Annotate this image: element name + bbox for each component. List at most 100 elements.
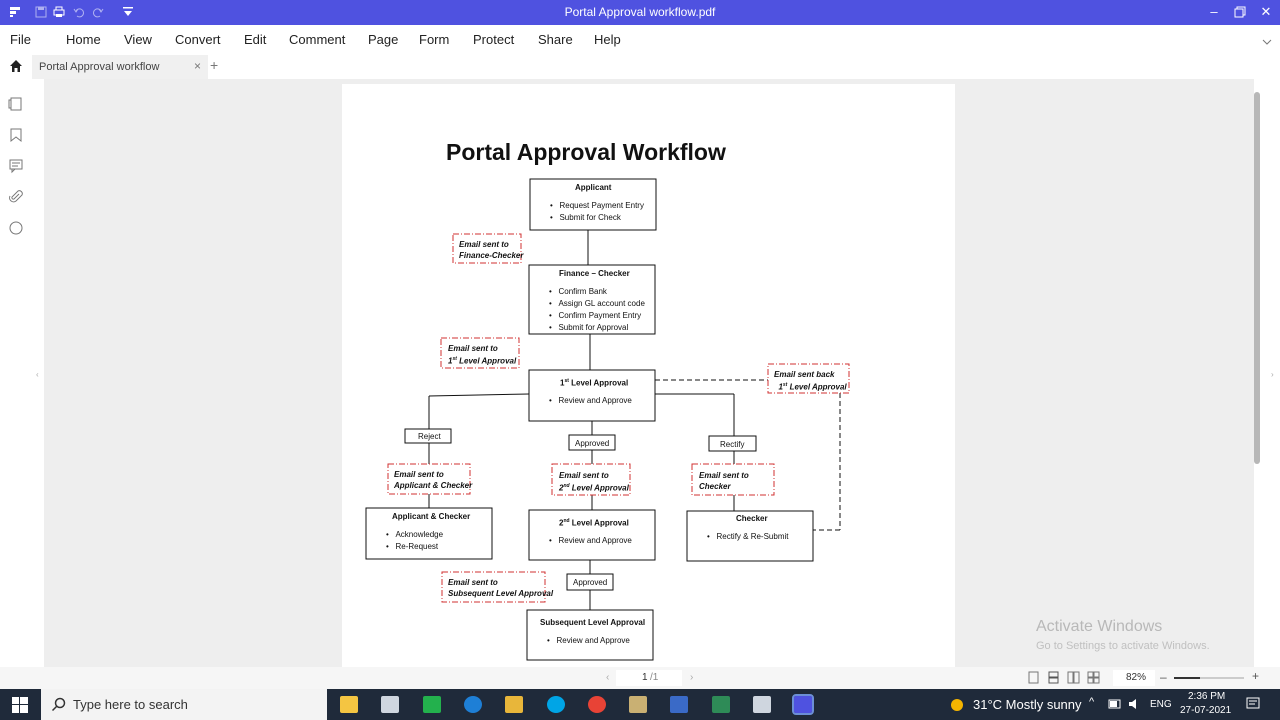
tray-chevron-icon[interactable]: ^ (1089, 696, 1094, 708)
restore-button[interactable] (1232, 4, 1248, 20)
continuous-view-icon[interactable] (1047, 671, 1060, 684)
menu-home[interactable]: Home (66, 32, 101, 47)
volume-icon[interactable] (1128, 698, 1142, 710)
left-sidebar (0, 79, 32, 689)
tablet-app-icon[interactable] (753, 696, 771, 713)
menu-share[interactable]: Share (538, 32, 573, 47)
finance-item-1: • Confirm Bank (549, 287, 607, 296)
subsequent-item-1: • Review and Approve (547, 636, 630, 645)
pdf-page: Portal Approval Workflow Applicant • Req… (342, 84, 955, 684)
finance-item-4: • Submit for Approval (549, 323, 629, 332)
search-panel-icon[interactable] (8, 220, 24, 236)
tab-label: Portal Approval workflow (39, 61, 160, 73)
menu-comment[interactable]: Comment (289, 32, 345, 47)
menu-bar: File Home View Convert Edit Comment Page… (0, 25, 1280, 55)
bookmark-icon[interactable] (8, 127, 24, 143)
chrome-icon[interactable] (588, 696, 606, 713)
workflow-diagram (365, 178, 850, 661)
tab-document[interactable]: Portal Approval workflow × (32, 55, 208, 79)
title-bar: Portal Approval workflow.pdf – ✕ (0, 0, 1280, 25)
clock-date[interactable]: 27-07-2021 (1180, 705, 1231, 716)
zoom-slider-fill (1174, 677, 1200, 679)
minimize-button[interactable]: – (1206, 4, 1222, 20)
teamviewer-icon[interactable] (464, 696, 482, 713)
level1-title: 1st Level Approval (560, 378, 629, 388)
battery-icon[interactable] (1108, 699, 1122, 709)
pdf-editor-taskbar-icon[interactable] (792, 694, 814, 715)
activate-windows-title: Activate Windows (1036, 618, 1163, 635)
email-back-text: Email sent back 1st Level Approval (774, 370, 847, 392)
menu-file[interactable]: File (10, 32, 31, 47)
excel-icon[interactable] (712, 696, 730, 713)
search-placeholder: Type here to search (73, 697, 188, 712)
approved1-label: Approved (575, 439, 610, 448)
attachment-icon[interactable] (8, 189, 24, 205)
reject-label: Reject (418, 432, 441, 441)
page-number-field[interactable]: 1 /1 (616, 670, 682, 686)
menu-protect[interactable]: Protect (473, 32, 514, 47)
search-icon (51, 697, 66, 712)
skype-icon[interactable] (547, 696, 565, 713)
email-checker-text: Email sent to Checker (699, 471, 749, 491)
email-level2-text: Email sent to 2nd Level Approval (559, 471, 629, 493)
status-bar: ‹ 1 /1 › 82% – + (0, 667, 1280, 689)
email-finance-text: Email sent to Finance-Checker (459, 240, 524, 260)
approved2-label: Approved (573, 578, 608, 587)
menu-page[interactable]: Page (368, 32, 398, 47)
collapse-left-arrow-icon[interactable]: ‹ (36, 370, 39, 379)
weather-text[interactable]: 31°C Mostly sunny (973, 697, 1082, 712)
finance-item-3: • Confirm Payment Entry (549, 311, 642, 320)
notes-icon[interactable] (505, 696, 523, 713)
tab-close-icon[interactable]: × (194, 59, 201, 73)
prev-page-icon[interactable]: ‹ (606, 672, 609, 683)
close-window-button[interactable]: ✕ (1258, 4, 1274, 20)
paint-icon[interactable] (629, 696, 647, 713)
checker-title: Checker (736, 514, 768, 523)
activate-windows-subtitle: Go to Settings to activate Windows. (1036, 640, 1210, 652)
window-title: Portal Approval workflow.pdf (564, 5, 716, 19)
appchecker-item-1: • Acknowledge (386, 530, 444, 539)
checker-item-1: • Rectify & Re-Submit (707, 532, 789, 541)
two-page-continuous-icon[interactable] (1087, 671, 1100, 684)
thumbnails-icon[interactable] (8, 96, 24, 112)
new-tab-button[interactable]: + (210, 57, 218, 73)
applicant-title: Applicant (575, 183, 612, 192)
applicant-item-2: • Submit for Check (550, 213, 621, 222)
menu-help[interactable]: Help (594, 32, 621, 47)
file-explorer-icon[interactable] (340, 696, 358, 713)
applicant-item-1: • Request Payment Entry (550, 201, 644, 210)
single-page-view-icon[interactable] (1027, 671, 1040, 684)
weather-sun-icon[interactable] (948, 696, 966, 714)
appchecker-title: Applicant & Checker (392, 512, 471, 521)
finance-item-2: • Assign GL account code (549, 299, 645, 308)
menu-view[interactable]: View (124, 32, 152, 47)
subsequent-title: Subsequent Level Approval (540, 618, 646, 627)
zoom-slider-track[interactable] (1174, 677, 1244, 679)
start-windows-icon[interactable] (12, 697, 28, 713)
sage-icon[interactable] (423, 696, 441, 713)
calculator-icon[interactable] (381, 696, 399, 713)
comments-icon[interactable] (8, 158, 24, 174)
menu-form[interactable]: Form (419, 32, 449, 47)
two-page-view-icon[interactable] (1067, 671, 1080, 684)
appchecker-item-2: • Re-Request (386, 542, 439, 551)
next-page-icon[interactable]: › (690, 672, 693, 683)
vertical-scrollbar[interactable] (1254, 92, 1260, 464)
collapse-right-arrow-icon[interactable]: › (1271, 370, 1274, 379)
clock-time[interactable]: 2:36 PM (1188, 691, 1225, 702)
finance-title: Finance – Checker (559, 269, 630, 278)
zoom-field[interactable]: 82% (1113, 670, 1155, 686)
home-icon[interactable] (8, 58, 24, 74)
menu-edit[interactable]: Edit (244, 32, 266, 47)
zoom-in-button[interactable]: + (1252, 669, 1259, 683)
taskbar-search[interactable]: Type here to search (41, 689, 327, 720)
zoom-out-button[interactable]: – (1160, 670, 1167, 684)
notifications-icon[interactable] (1246, 697, 1260, 711)
language-indicator[interactable]: ENG (1150, 699, 1172, 710)
menu-convert[interactable]: Convert (175, 32, 221, 47)
level1-item-1: • Review and Approve (549, 396, 632, 405)
email-level1-text: Email sent to 1st Level Approval (448, 344, 517, 366)
outlook-icon[interactable] (670, 696, 688, 713)
ribbon-collapse-icon[interactable] (1262, 38, 1272, 46)
email-subsequent-text: Email sent to Subsequent Level Approval (448, 578, 554, 598)
